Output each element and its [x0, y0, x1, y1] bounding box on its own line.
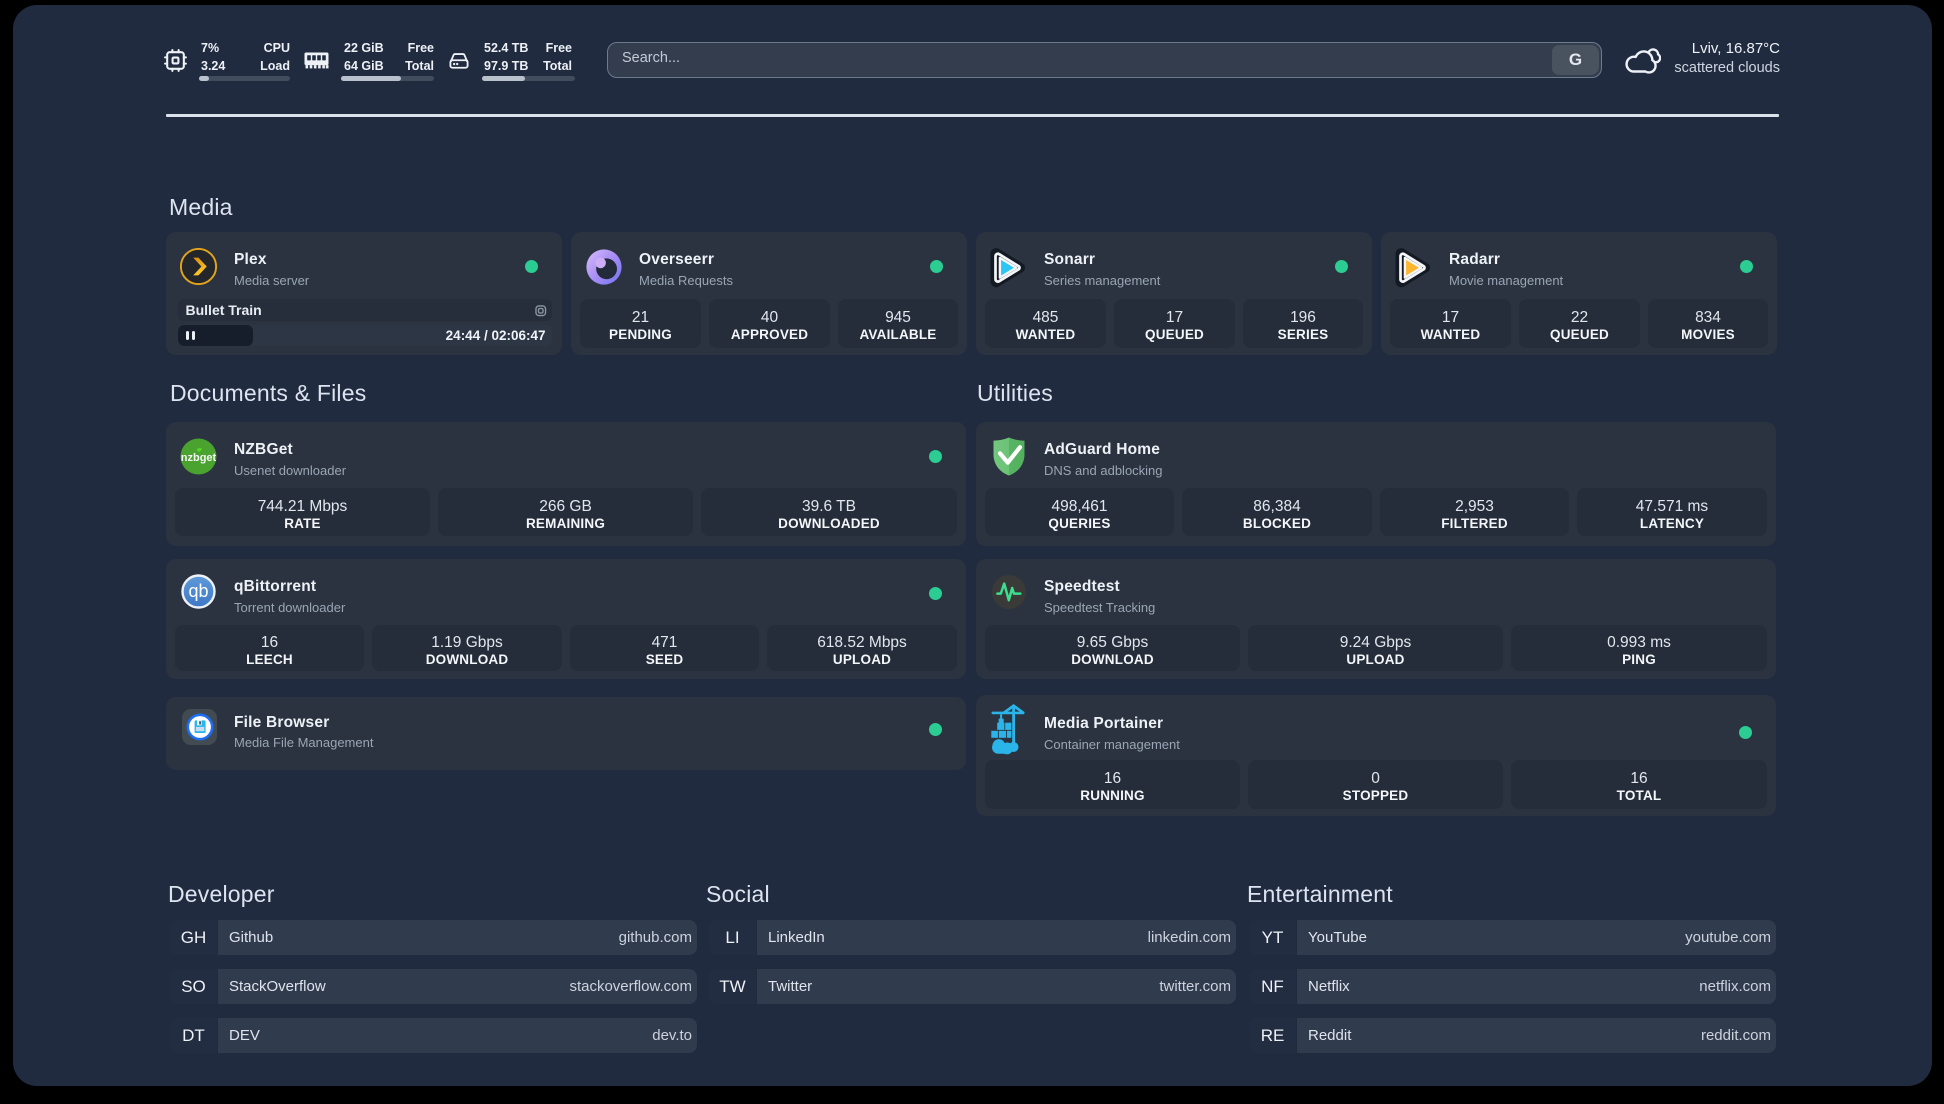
svg-text:qb: qb	[188, 581, 208, 601]
svg-text:nzbget: nzbget	[181, 452, 217, 464]
